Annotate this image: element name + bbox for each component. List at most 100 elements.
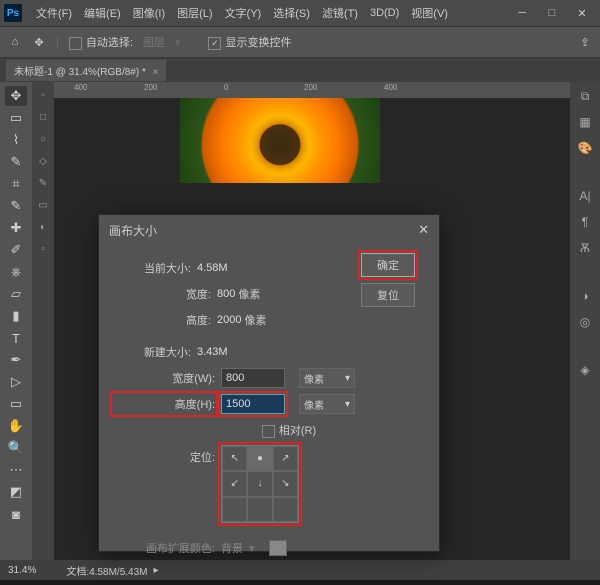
autoselect-type[interactable]: 图层 (143, 34, 165, 50)
anchor-label: 定位: (113, 445, 215, 465)
crop-tool[interactable]: ⌗ (5, 174, 27, 194)
autoselect-label: 自动选择: (86, 37, 133, 49)
chevron-down-icon: ▾ (345, 399, 350, 410)
cur-width-label: 宽度: (113, 286, 211, 302)
new-size-label: 新建大小: (113, 344, 191, 360)
ext-color-swatch[interactable] (269, 540, 287, 556)
horizontal-ruler: 400 200 0 200 400 (54, 82, 570, 99)
tools-secondary: ▫ □ ○ ◇ ✎ ▭ ◐ ▫ (32, 82, 54, 562)
type-tool[interactable]: T (5, 328, 27, 348)
healing-tool[interactable]: ✚ (5, 218, 27, 238)
anchor-w[interactable]: ↙ (222, 471, 247, 496)
layers-icon[interactable]: ◈ (577, 362, 593, 378)
shape-tool[interactable]: ▭ (5, 394, 27, 414)
pen-tool[interactable]: ✒ (5, 350, 27, 370)
home-icon[interactable]: ⌂ (8, 35, 22, 49)
menu-edit[interactable]: 编辑(E) (78, 5, 127, 21)
anchor-nw[interactable]: ↖ (222, 446, 247, 471)
menu-type[interactable]: 文字(Y) (219, 5, 268, 21)
menu-view[interactable]: 视图(V) (405, 5, 454, 21)
gradient-tool[interactable]: ▮ (5, 306, 27, 326)
tool-sub-8[interactable]: ▫ (36, 240, 50, 258)
zoom-tool[interactable]: 🔍 (5, 438, 27, 458)
ext-color-value[interactable]: 背景 (221, 540, 243, 556)
foreground-color[interactable]: ◩ (5, 482, 27, 502)
tool-sub-5[interactable]: ✎ (36, 174, 50, 192)
path-select-tool[interactable]: ▷ (5, 372, 27, 392)
history-icon[interactable]: ⧉ (577, 88, 593, 104)
width-input[interactable] (221, 368, 285, 388)
options-bar: ⌂ ✥ | 自动选择: 图层 ▾ 显示变换控件 ⇪ (0, 26, 600, 58)
titlebar: Ps 文件(F) 编辑(E) 图像(I) 图层(L) 文字(Y) 选择(S) 滤… (0, 0, 600, 26)
anchor-e[interactable]: ↘ (273, 471, 298, 496)
menu-3d[interactable]: 3D(D) (364, 7, 405, 19)
edit-toolbar[interactable]: ⋯ (5, 460, 27, 480)
show-transform-checkbox[interactable]: 显示变换控件 (208, 34, 291, 50)
height-input[interactable] (221, 394, 285, 414)
adjustments-icon[interactable]: ◑ (577, 288, 593, 304)
paragraph-icon[interactable]: ¶ (577, 214, 593, 230)
marquee-tool[interactable]: ▭ (5, 108, 27, 128)
canvas-image (180, 98, 380, 183)
current-size-value: 4.58M (197, 262, 228, 274)
cur-width-value: 800 (217, 288, 235, 300)
lasso-tool[interactable]: ⌇ (5, 130, 27, 150)
new-height-label: 高度(H): (113, 394, 215, 414)
share-icon[interactable]: ⇪ (578, 35, 592, 49)
tab-close-icon[interactable]: × (153, 67, 159, 78)
quick-select-tool[interactable]: ✎ (5, 152, 27, 172)
document-tab[interactable]: 未标题-1 @ 31.4%(RGB/8#) * × (6, 60, 166, 81)
minimize-button[interactable]: ─ (508, 3, 536, 23)
dialog-close-icon[interactable]: ✕ (418, 222, 429, 238)
tool-sub-4[interactable]: ◇ (36, 152, 50, 170)
menu-filter[interactable]: 滤镜(T) (316, 5, 364, 21)
maximize-button[interactable]: □ (538, 3, 566, 23)
anchor-n[interactable]: ● (247, 446, 272, 471)
hand-tool[interactable]: ✋ (5, 416, 27, 436)
tools-panel: ✥ ▭ ⌇ ✎ ⌗ ✎ ✚ ✐ ⎈ ▱ ▮ T ✒ ▷ ▭ ✋ 🔍 ⋯ ◩ ◙ (0, 82, 32, 562)
canvas-size-dialog: 画布大小 ✕ 当前大小:4.58M 宽度:800 像素 高度:2000 像素 确… (98, 214, 440, 552)
anchor-grid[interactable]: ↖ ● ↗ ↙ ↓ ↘ (221, 445, 299, 523)
glyph-icon[interactable]: Ѫ (577, 240, 593, 256)
chevron-down-icon: ▾ (249, 542, 255, 555)
character-icon[interactable]: A| (577, 188, 593, 204)
brush-tool[interactable]: ✐ (5, 240, 27, 260)
eyedropper-tool[interactable]: ✎ (5, 196, 27, 216)
anchor-ne[interactable]: ↗ (273, 446, 298, 471)
relative-checkbox[interactable]: 相对(R) (262, 422, 316, 438)
tool-sub-1[interactable]: ▫ (36, 86, 50, 104)
tool-sub-7[interactable]: ◐ (36, 218, 50, 236)
menu-layer[interactable]: 图层(L) (171, 5, 218, 21)
anchor-c[interactable]: ↓ (247, 471, 272, 496)
ps-logo: Ps (4, 4, 22, 22)
width-unit-select[interactable]: 像素▾ (299, 368, 355, 388)
tool-sub-3[interactable]: ○ (36, 130, 50, 148)
anchor-s[interactable] (247, 497, 272, 522)
menu-file[interactable]: 文件(F) (30, 5, 78, 21)
autoselect-checkbox[interactable]: 自动选择: (69, 34, 133, 50)
anchor-se[interactable] (273, 497, 298, 522)
reset-button[interactable]: 复位 (361, 283, 415, 307)
styles-icon[interactable]: ◎ (577, 314, 593, 330)
cur-height-label: 高度: (113, 312, 211, 328)
height-unit-select[interactable]: 像素▾ (299, 394, 355, 414)
move-tool[interactable]: ✥ (5, 86, 27, 106)
swatches-icon[interactable]: ▦ (577, 114, 593, 130)
anchor-sw[interactable] (222, 497, 247, 522)
menu-select[interactable]: 选择(S) (267, 5, 316, 21)
current-size-label: 当前大小: (113, 260, 191, 276)
move-tool-icon[interactable]: ✥ (32, 35, 46, 49)
color-icon[interactable]: 🎨 (577, 140, 593, 156)
quick-mask[interactable]: ◙ (5, 504, 27, 524)
chevron-down-icon: ▾ (345, 373, 350, 384)
close-button[interactable]: ✕ (568, 3, 596, 23)
dialog-title: 画布大小 (109, 222, 157, 239)
zoom-level[interactable]: 31.4% (8, 565, 36, 576)
tool-sub-6[interactable]: ▭ (36, 196, 50, 214)
menu-image[interactable]: 图像(I) (127, 5, 171, 21)
tool-sub-2[interactable]: □ (36, 108, 50, 126)
stamp-tool[interactable]: ⎈ (5, 262, 27, 282)
eraser-tool[interactable]: ▱ (5, 284, 27, 304)
document-tabs: 未标题-1 @ 31.4%(RGB/8#) * × (0, 58, 600, 82)
ok-button[interactable]: 确定 (361, 253, 415, 277)
